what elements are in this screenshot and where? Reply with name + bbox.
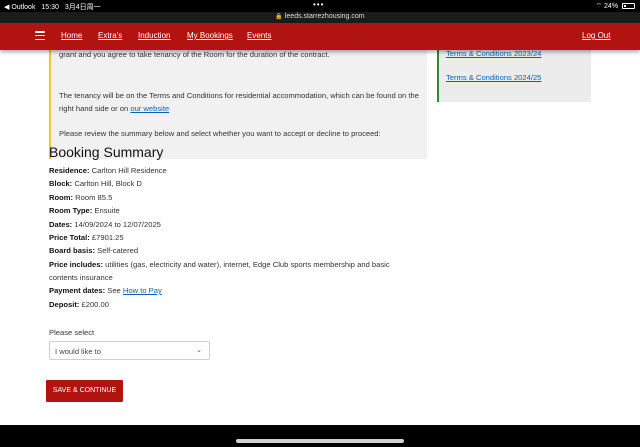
our-website-link[interactable]: our website <box>130 104 169 113</box>
summary-price-total: Price Total: £7901.25 <box>49 233 124 242</box>
battery-icon <box>622 3 635 9</box>
nav-events[interactable]: Events <box>247 31 271 40</box>
nav-extras[interactable]: Extra's <box>98 31 122 40</box>
deposit-value: £200.00 <box>81 300 109 309</box>
status-left: ◀ Outlook 15:30 3月4日周一 <box>4 2 101 12</box>
block-value: Carlton Hill, Block D <box>74 179 142 188</box>
nav-logout[interactable]: Log Out <box>582 31 610 40</box>
save-continue-button[interactable]: SAVE & CONTINUE <box>46 380 123 402</box>
nav-home[interactable]: Home <box>61 31 82 40</box>
price-total-value: £7901.25 <box>91 233 124 242</box>
summary-payment-dates: Payment dates: See How to Pay <box>49 286 162 295</box>
notice-para-3: Please review the summary below and sele… <box>59 129 381 138</box>
terms-2023-link[interactable]: Terms & Conditions 2023/24 <box>446 49 541 58</box>
status-date: 3月4日周一 <box>64 4 101 11</box>
board-label: Board basis: <box>49 246 95 255</box>
back-to-app[interactable]: ◀ Outlook <box>4 4 35 11</box>
battery-percent: 24% <box>604 3 619 10</box>
summary-room-type: Room Type: Ensuite <box>49 206 120 215</box>
summary-deposit: Deposit: £200.00 <box>49 300 109 309</box>
status-right: ⌔ 24% <box>595 2 635 11</box>
tenancy-notice: grant and you agree to take tenancy of t… <box>49 43 427 159</box>
status-bar: ◀ Outlook 15:30 3月4日周一 ••• ⌔ 24% <box>0 0 640 12</box>
chevron-down-icon: ⌄ <box>196 347 202 354</box>
summary-room: Room: Room 85.5 <box>49 193 112 202</box>
nav-my-bookings[interactable]: My Bookings <box>187 31 233 40</box>
wifi-icon: ⌔ <box>595 3 603 10</box>
dates-label: Dates: <box>49 220 73 229</box>
payment-label: Payment dates: <box>49 286 106 295</box>
multitask-dots-icon[interactable]: ••• <box>313 0 324 9</box>
block-label: Block: <box>49 179 73 188</box>
please-select-label: Please select <box>49 328 95 337</box>
summary-residence: Residence: Carlton Hill Residence <box>49 166 167 175</box>
board-value: Self-catered <box>97 246 139 255</box>
deposit-label: Deposit: <box>49 300 80 309</box>
notice-para-2: The tenancy will be on the Terms and Con… <box>59 89 425 115</box>
how-to-pay-link[interactable]: How to Pay <box>123 286 162 295</box>
residence-label: Residence: <box>49 166 90 175</box>
notice-para-2-text: The tenancy will be on the Terms and Con… <box>59 91 419 113</box>
room-label: Room: <box>49 193 74 202</box>
payment-prefix: See <box>107 286 121 295</box>
top-navbar: Home Extra's Induction My Bookings Event… <box>0 23 640 50</box>
includes-value-line1: utilities (gas, electricity and water), … <box>105 260 390 269</box>
room-type-value: Ensuite <box>94 206 120 215</box>
dates-value: 14/09/2024 to 12/07/2025 <box>74 220 161 229</box>
select-value: I would like to <box>55 347 102 356</box>
nav-induction[interactable]: Induction <box>138 31 170 40</box>
lock-icon: 🔒 <box>275 14 283 20</box>
terms-2024-link[interactable]: Terms & Conditions 2024/25 <box>446 73 541 82</box>
terms-sidebar: Terms & Conditions 2023/24 Terms & Condi… <box>437 43 591 102</box>
booking-summary-title: Booking Summary <box>49 144 164 160</box>
web-page: grant and you agree to take tenancy of t… <box>0 23 640 425</box>
address-bar[interactable]: 🔒 leeds.starrezhousing.com <box>0 12 640 23</box>
includes-label: Price includes: <box>49 260 104 269</box>
status-time: 15:30 <box>41 4 59 11</box>
summary-board-basis: Board basis: Self-catered <box>49 246 138 255</box>
home-indicator[interactable] <box>236 439 404 443</box>
price-total-label: Price Total: <box>49 233 90 242</box>
summary-price-includes-cont: contents insurance <box>49 273 113 282</box>
accept-decline-select[interactable]: I would like to ⌄ <box>49 341 210 360</box>
summary-dates: Dates: 14/09/2024 to 12/07/2025 <box>49 220 161 229</box>
summary-price-includes: Price includes: utilities (gas, electric… <box>49 260 390 269</box>
room-value: Room 85.5 <box>75 193 113 202</box>
room-type-label: Room Type: <box>49 206 93 215</box>
residence-value: Carlton Hill Residence <box>91 166 167 175</box>
summary-block: Block: Carlton Hill, Block D <box>49 179 142 188</box>
menu-icon[interactable] <box>35 31 45 41</box>
url-text: leeds.starrezhousing.com <box>284 13 365 20</box>
